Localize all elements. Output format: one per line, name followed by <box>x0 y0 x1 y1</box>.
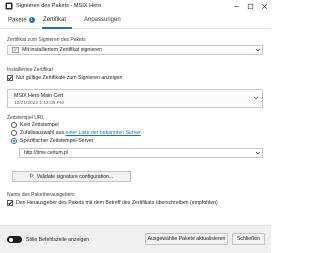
timestamp-server-value: http://time.certum.pl <box>24 150 68 156</box>
close-button[interactable]: Schließen <box>232 233 265 245</box>
footer-bar: Stille Befehlszeile anzeigen Ausgewählte… <box>0 225 271 253</box>
signing-section-label: Zertifikat zum Signieren des Pakets <box>7 37 86 43</box>
certificate-icon <box>12 47 19 53</box>
tab-customizations-label: Anpassungen <box>84 17 121 23</box>
tab-customizations[interactable]: Anpassungen <box>84 17 121 23</box>
active-tab-indicator <box>42 27 72 29</box>
radio-on-icon <box>11 138 17 144</box>
timestamp-specific-label: Spezifischer Zeitstempel-Server <box>20 138 94 144</box>
signing-mode-value: Mit installiertem Zertifikat signieren <box>22 47 102 53</box>
checkbox-checked-icon <box>7 75 13 81</box>
silent-commandline-label: Stille Befehlszeile anzeigen <box>26 237 90 243</box>
override-publisher-label: Den Herausgeber des Pakets mit dem Betre… <box>16 200 218 206</box>
certificate-selector[interactable]: MSIX Hero Main Cert 12/21/2022 1:12:06 P… <box>7 89 263 108</box>
validate-signature-button[interactable]: Validate signature configuration... <box>12 171 131 182</box>
timestamp-random-radio[interactable]: Zufallsauswahl aus einer Liste der bekan… <box>11 130 141 136</box>
timestamp-section-label: Zeitstempel URL <box>7 115 45 121</box>
msix-hero-app-icon <box>5 2 13 10</box>
tab-certificate-label: Zertifikat <box>43 17 67 23</box>
signing-mode-dropdown[interactable]: Mit installiertem Zertifikat signieren <box>7 45 263 55</box>
only-valid-certs-checkbox[interactable]: Nur gültige Zertifikate zum Signieren an… <box>7 75 122 81</box>
title-bar: Signieren des Pakets - MSIX Hero <box>0 0 271 12</box>
tab-certificate[interactable]: Zertifikat <box>43 17 66 23</box>
close-button-label: Schließen <box>236 236 261 242</box>
chevron-down-icon <box>253 96 259 102</box>
radio-off-icon <box>11 122 17 128</box>
tab-packages[interactable]: Pakete 1 <box>8 17 35 24</box>
validate-signature-label: Validate signature configuration... <box>36 173 114 180</box>
maximize-button[interactable] <box>243 0 257 12</box>
silent-commandline-toggle[interactable] <box>7 236 22 243</box>
certificate-date: 12/21/2022 1:12:06 PM <box>14 101 64 106</box>
checkbox-checked-icon <box>7 200 13 206</box>
close-window-button[interactable] <box>257 0 271 12</box>
minimize-button[interactable] <box>229 0 243 12</box>
timestamp-server-input[interactable]: http://time.certum.pl <box>19 148 263 158</box>
close-icon <box>261 3 267 9</box>
publisher-section-label: Name des Paketherausgebers <box>7 192 75 198</box>
timestamp-random-label: Zufallsauswahl aus <box>20 130 65 136</box>
update-selected-packages-button[interactable]: Ausgewählte Pakete aktualisieren <box>145 233 228 245</box>
toggle-knob <box>8 237 13 242</box>
radio-off-icon <box>11 130 17 136</box>
timestamp-none-label: Kein Zeitstempel <box>20 122 59 128</box>
chevron-down-icon[interactable] <box>254 151 262 155</box>
window-title: Signieren des Pakets - MSIX Hero <box>16 3 102 9</box>
override-publisher-checkbox[interactable]: Den Herausgeber des Pakets mit dem Betre… <box>7 200 218 206</box>
packages-count-badge: 1 <box>28 17 35 23</box>
minimize-icon <box>233 5 239 7</box>
certificate-name: MSIX Hero Main Cert <box>14 93 64 99</box>
known-servers-link[interactable]: einer Liste der bekannten Server <box>66 130 141 136</box>
installed-cert-section-label: Installiertes Zertifikat <box>7 67 53 73</box>
maximize-icon <box>247 3 253 9</box>
update-selected-packages-label: Ausgewählte Pakete aktualisieren <box>147 236 226 242</box>
only-valid-certs-label: Nur gültige Zertifikate zum Signieren an… <box>16 75 123 81</box>
tab-packages-label: Pakete <box>8 17 27 24</box>
play-icon <box>29 173 34 180</box>
chevron-down-icon <box>254 48 262 52</box>
timestamp-specific-radio[interactable]: Spezifischer Zeitstempel-Server <box>11 138 94 144</box>
tab-bar: Pakete 1 Zertifikat Anpassungen <box>0 14 271 29</box>
timestamp-none-radio[interactable]: Kein Zeitstempel <box>11 122 59 128</box>
